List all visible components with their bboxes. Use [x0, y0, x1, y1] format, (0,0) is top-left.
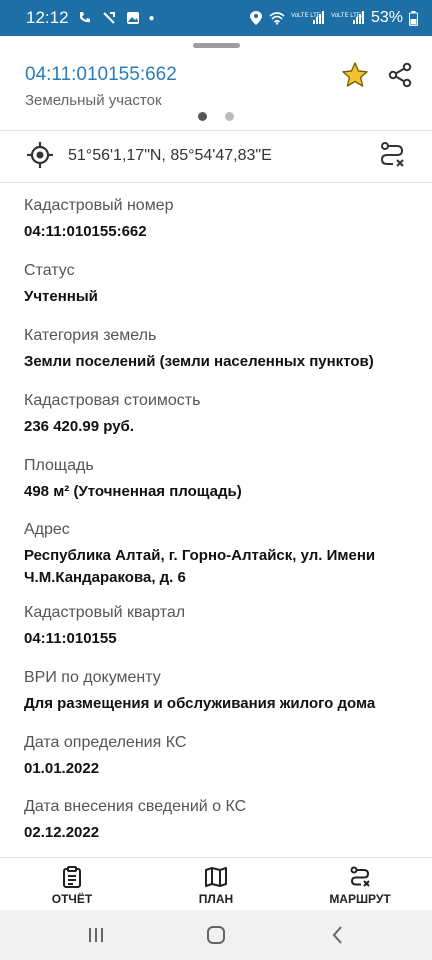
- call-settings-icon: [102, 12, 115, 24]
- property-value: 01.01.2022: [24, 760, 100, 777]
- report-label: ОТЧЁТ: [51, 892, 93, 906]
- property-value: Земли поселений (земли населенных пункто…: [24, 353, 374, 370]
- property-address: Адрес Республика Алтай, г. Горно-Алтайск…: [24, 520, 414, 589]
- battery-percent: 53%: [370, 9, 403, 26]
- favorite-star-icon[interactable]: [340, 60, 370, 90]
- property-label: Статус: [24, 262, 75, 279]
- property-label: Дата определения КС: [24, 734, 187, 751]
- property-label: Кадастровый номер: [24, 197, 174, 214]
- object-header: 04:11:010155:662 Земельный участок: [0, 54, 432, 130]
- property-label: Адрес: [24, 521, 70, 538]
- route-button[interactable]: МАРШРУТ: [310, 858, 410, 911]
- property-permitted-use: ВРИ по документу Для размещения и обслуж…: [24, 668, 414, 715]
- property-value: 236 420.99 руб.: [24, 418, 134, 435]
- property-value: Для размещения и обслуживания жилого дом…: [24, 695, 376, 712]
- property-value: 02.12.2022: [24, 824, 100, 841]
- property-label: Кадастровая стоимость: [24, 392, 201, 409]
- battery-icon: [409, 10, 418, 26]
- sheet-drag-handle[interactable]: [193, 43, 240, 48]
- recent-apps-icon[interactable]: [83, 922, 109, 948]
- cadastral-title[interactable]: 04:11:010155:662: [25, 64, 177, 86]
- property-label: Дата внесения сведений о КС: [24, 798, 247, 815]
- property-area: Площадь 498 м² (Уточненная площадь): [24, 456, 414, 503]
- status-time: 12:12: [26, 8, 69, 27]
- route-label: МАРШРУТ: [329, 892, 391, 906]
- status-bar: 12:12 ● VoLTE LTE1 VoLTE LTE2 53%: [0, 0, 432, 36]
- property-label: Площадь: [24, 457, 94, 474]
- coordinates-row: 51°56'1,17"N, 85°54'47,83"E: [0, 131, 432, 182]
- photo-pager[interactable]: [198, 112, 234, 121]
- property-status: Статус Учтенный: [24, 261, 414, 308]
- property-value: Республика Алтай, г. Горно-Алтайск, ул. …: [24, 547, 376, 586]
- signal-2-icon: VoLTE LTE2: [331, 11, 365, 24]
- property-list: Кадастровый номер 04:11:010155:662 Стату…: [0, 182, 432, 856]
- property-value: 04:11:010155: [24, 630, 117, 647]
- system-navigation-bar: [0, 910, 432, 960]
- bottom-action-bar: ОТЧЁТ ПЛАН МАРШРУТ: [0, 857, 432, 911]
- property-cadastral-number: Кадастровый номер 04:11:010155:662: [24, 196, 414, 243]
- property-label: Категория земель: [24, 327, 157, 344]
- crosshair-location-icon[interactable]: [26, 141, 54, 169]
- share-icon[interactable]: [385, 60, 415, 90]
- gallery-icon: [126, 12, 139, 24]
- pager-dot[interactable]: [225, 112, 234, 121]
- location-icon: [249, 11, 262, 25]
- signal-1-icon: VoLTE LTE1: [291, 11, 325, 24]
- property-valuation-date: Дата определения КС 01.01.2022: [24, 733, 414, 780]
- object-type-subtitle: Земельный участок: [25, 92, 162, 109]
- property-value: Учтенный: [24, 288, 98, 305]
- coordinates-text[interactable]: 51°56'1,17"N, 85°54'47,83"E: [68, 147, 272, 165]
- wifi-icon: [269, 12, 285, 25]
- property-cadastral-quarter: Кадастровый квартал 04:11:010155: [24, 603, 414, 650]
- clipboard-report-icon: [63, 866, 81, 888]
- map-icon: [205, 867, 227, 887]
- property-label: ВРИ по документу: [24, 669, 161, 686]
- home-icon[interactable]: [203, 922, 229, 948]
- property-land-category: Категория земель Земли поселений (земли …: [24, 326, 414, 373]
- back-icon[interactable]: [325, 922, 351, 948]
- property-value: 498 м² (Уточненная площадь): [24, 483, 242, 500]
- property-cadastral-value: Кадастровая стоимость 236 420.99 руб.: [24, 391, 414, 438]
- route-icon: [350, 866, 370, 887]
- plan-button[interactable]: ПЛАН: [166, 858, 266, 911]
- route-icon[interactable]: [377, 140, 407, 170]
- property-entry-date: Дата внесения сведений о КС 02.12.2022: [24, 797, 414, 844]
- plan-label: ПЛАН: [198, 892, 234, 906]
- property-value: 04:11:010155:662: [24, 223, 147, 240]
- report-button[interactable]: ОТЧЁТ: [22, 858, 122, 911]
- property-label: Кадастровый квартал: [24, 604, 186, 621]
- pager-dot-active[interactable]: [198, 112, 207, 121]
- notification-dot-icon: ●: [148, 12, 155, 24]
- missed-call-icon: [79, 12, 90, 23]
